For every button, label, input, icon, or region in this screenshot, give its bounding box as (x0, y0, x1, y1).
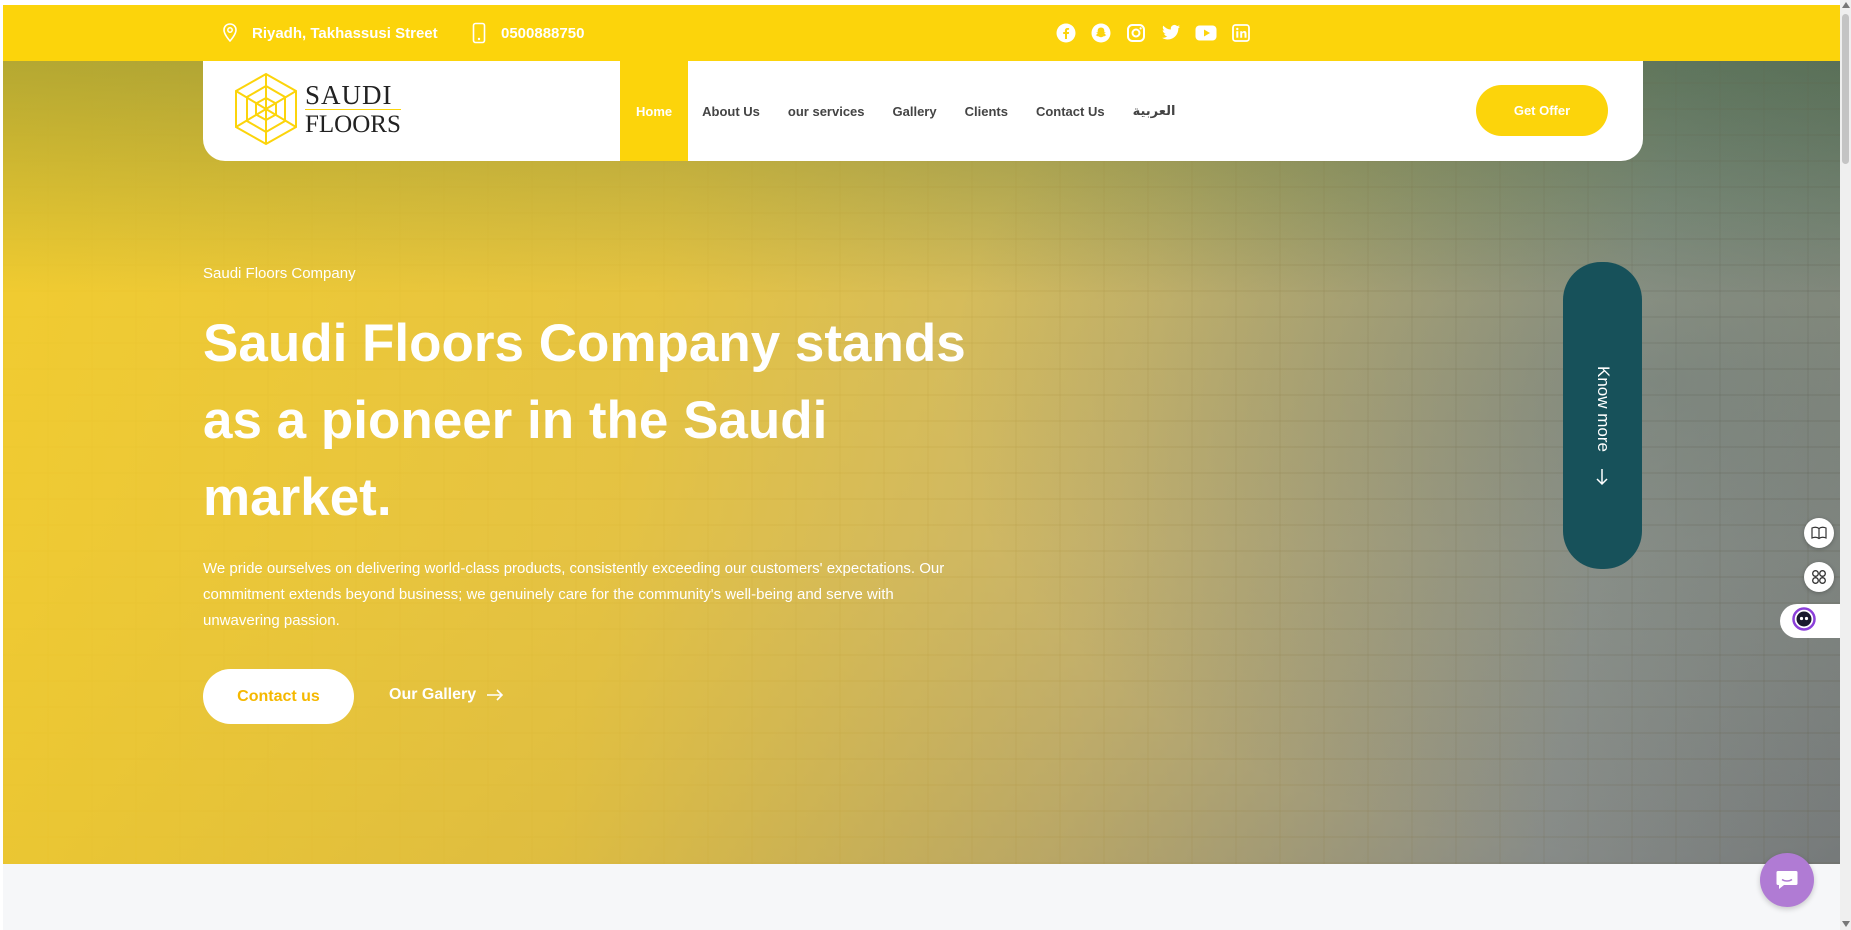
main-nav: Home About Us our services Gallery Clien… (620, 61, 1189, 161)
page-scrollbar[interactable] (1840, 0, 1851, 930)
nav-our-services[interactable]: our services (774, 61, 879, 161)
nav-about-us[interactable]: About Us (688, 61, 774, 161)
site-logo[interactable]: SAUDI FLOORS (233, 72, 401, 146)
hero-shadow-shade (940, 61, 1840, 864)
instagram-icon[interactable] (1125, 22, 1147, 44)
hero-eyebrow: Saudi Floors Company (203, 265, 356, 282)
mobile-phone-icon (469, 22, 489, 44)
nav-gallery[interactable]: Gallery (879, 61, 951, 161)
social-links (1055, 22, 1252, 44)
facebook-icon[interactable] (1055, 22, 1077, 44)
hero-description: We pride ourselves on delivering world-c… (203, 560, 945, 629)
phone-text: 0500888750 (501, 24, 585, 42)
know-more-button[interactable]: Know more (1563, 262, 1642, 569)
contact-us-button[interactable]: Contact us (203, 669, 354, 724)
nav-clients[interactable]: Clients (951, 61, 1022, 161)
arrow-down-icon (1592, 467, 1612, 492)
hexagon-logo-icon (235, 72, 297, 146)
scroll-down-arrow[interactable] (1842, 921, 1850, 927)
logo-text-floors: FLOORS (305, 110, 401, 138)
snapchat-icon[interactable] (1090, 22, 1112, 44)
phone-info[interactable]: 0500888750 (469, 22, 584, 44)
know-more-label: Know more (1593, 366, 1613, 453)
our-gallery-label: Our Gallery (389, 686, 477, 703)
top-info-bar: Riyadh, Takhassusi Street 0500888750 (3, 5, 1840, 61)
nav-arabic-language[interactable]: العربية (1119, 61, 1190, 161)
open-book-icon[interactable] (1804, 518, 1834, 548)
window-left-edge (0, 0, 3, 930)
main-header: SAUDI FLOORS Home About Us our services … (203, 61, 1643, 161)
nav-contact-us[interactable]: Contact Us (1022, 61, 1119, 161)
location-info: Riyadh, Takhassusi Street (220, 22, 438, 44)
scrollbar-thumb[interactable] (1842, 14, 1849, 164)
our-gallery-link[interactable]: Our Gallery (389, 686, 504, 704)
hero-headline: Saudi Floors Company stands as a pioneer… (203, 314, 966, 527)
apps-grid-icon[interactable] (1804, 562, 1834, 592)
youtube-icon[interactable] (1195, 22, 1217, 44)
assistant-tab[interactable] (1780, 604, 1841, 638)
twitter-icon[interactable] (1160, 22, 1182, 44)
arrow-right-icon (486, 689, 504, 701)
location-text: Riyadh, Takhassusi Street (252, 24, 438, 42)
get-offer-button[interactable]: Get Offer (1476, 85, 1608, 136)
nav-home[interactable]: Home (620, 61, 689, 161)
chat-icon[interactable] (1760, 853, 1814, 907)
assistant-face-icon (1792, 606, 1816, 636)
linkedin-icon[interactable] (1230, 22, 1252, 44)
scroll-up-arrow[interactable] (1842, 2, 1850, 8)
logo-text-saudi: SAUDI (305, 81, 401, 110)
map-pin-icon (220, 22, 240, 44)
